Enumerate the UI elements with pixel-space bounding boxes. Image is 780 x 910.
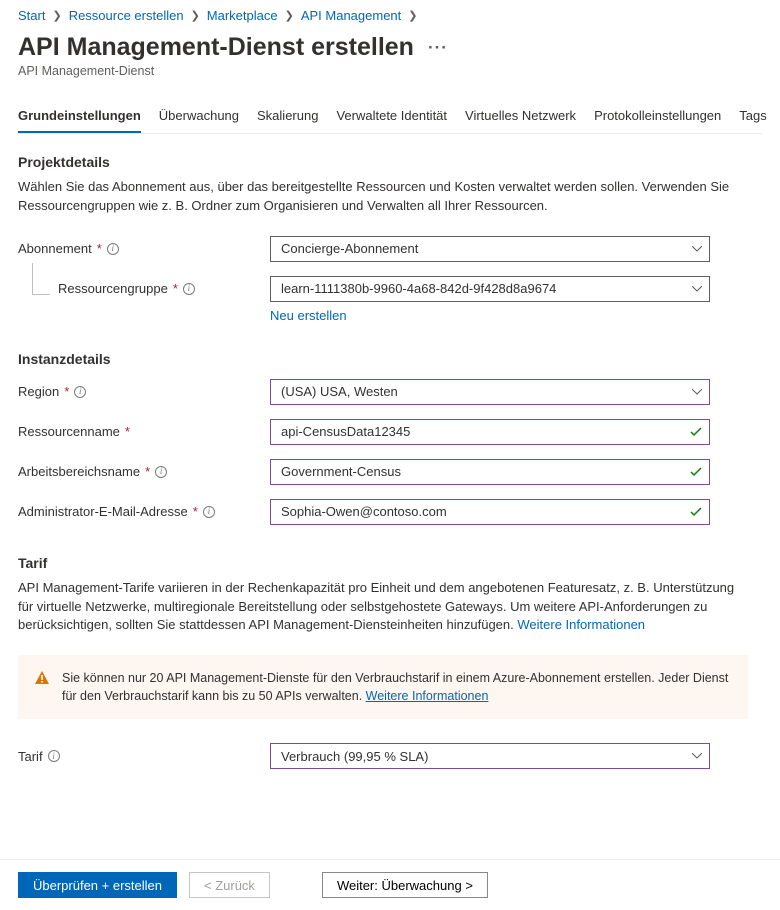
label-resourcename-text: Ressourcenname (18, 424, 120, 439)
required-icon: * (97, 241, 102, 256)
section-heading-project: Projektdetails (18, 154, 762, 170)
label-region-text: Region (18, 384, 59, 399)
input-adminemail[interactable] (270, 499, 710, 525)
row-orgname: Arbeitsbereichsname * i (18, 459, 762, 485)
info-icon[interactable]: i (203, 506, 215, 518)
row-adminemail: Administrator-E-Mail-Adresse * i (18, 499, 762, 525)
label-region: Region * i (18, 384, 270, 399)
select-region-value: (USA) USA, Westen (270, 379, 710, 405)
pricing-warning-text: Sie können nur 20 API Management-Dienste… (62, 669, 732, 705)
page-title: API Management-Dienst erstellen ··· (18, 33, 762, 62)
row-region: Region * i (USA) USA, Westen (18, 379, 762, 405)
select-resourcegroup-value: learn-1111380b-9960-4a68-842d-9f428d8a96… (270, 276, 710, 302)
tab-protokolleinstellungen[interactable]: Protokolleinstellungen (594, 108, 721, 133)
section-heading-pricing: Tarif (18, 555, 762, 571)
required-icon: * (125, 424, 130, 439)
label-resourcegroup: Ressourcengruppe * i (18, 281, 270, 296)
create-new-rg-link-row: Neu erstellen (270, 308, 762, 323)
footer-actions: Überprüfen + erstellen < Zurück Weiter: … (0, 859, 780, 910)
tabs: Grundeinstellungen Überwachung Skalierun… (18, 108, 762, 134)
tree-connector-icon (32, 263, 50, 295)
row-subscription: Abonnement * i Concierge-Abonnement (18, 236, 762, 262)
select-pricingtier-value: Verbrauch (99,95 % SLA) (270, 743, 710, 769)
select-region[interactable]: (USA) USA, Westen (270, 379, 710, 405)
breadcrumb-item[interactable]: API Management (301, 8, 401, 23)
row-pricingtier: Tarif i Verbrauch (99,95 % SLA) (18, 743, 762, 769)
page-subtitle: API Management-Dienst (18, 64, 762, 78)
chevron-right-icon: ❯ (408, 9, 417, 22)
pricing-warning-link[interactable]: Weitere Informationen (366, 689, 489, 703)
create-new-rg-link[interactable]: Neu erstellen (270, 308, 347, 323)
page-title-text: API Management-Dienst erstellen (18, 33, 414, 62)
tab-tags[interactable]: Tags (739, 108, 766, 133)
next-button[interactable]: Weiter: Überwachung > (322, 872, 488, 898)
label-subscription: Abonnement * i (18, 241, 270, 256)
tab-virtuelles-netzwerk[interactable]: Virtuelles Netzwerk (465, 108, 576, 133)
chevron-right-icon: ❯ (52, 9, 61, 22)
label-subscription-text: Abonnement (18, 241, 92, 256)
input-orgname-wrap (270, 459, 710, 485)
label-adminemail: Administrator-E-Mail-Adresse * i (18, 504, 270, 519)
select-resourcegroup[interactable]: learn-1111380b-9960-4a68-842d-9f428d8a96… (270, 276, 710, 302)
section-desc-pricing: API Management-Tarife variieren in der R… (18, 579, 748, 636)
breadcrumb-item[interactable]: Marketplace (207, 8, 278, 23)
more-actions-icon[interactable]: ··· (428, 38, 448, 58)
info-icon[interactable]: i (48, 750, 60, 762)
row-resourcename: Ressourcenname * (18, 419, 762, 445)
label-pricingtier: Tarif i (18, 749, 270, 764)
warning-icon (34, 670, 50, 686)
select-pricingtier[interactable]: Verbrauch (99,95 % SLA) (270, 743, 710, 769)
input-resourcename-wrap (270, 419, 710, 445)
review-create-button[interactable]: Überprüfen + erstellen (18, 872, 177, 898)
info-icon[interactable]: i (74, 386, 86, 398)
breadcrumb-item[interactable]: Start (18, 8, 45, 23)
tab-verwaltete-identitaet[interactable]: Verwaltete Identität (336, 108, 447, 133)
required-icon: * (193, 504, 198, 519)
label-resourcegroup-text: Ressourcengruppe (58, 281, 168, 296)
chevron-right-icon: ❯ (285, 9, 294, 22)
label-orgname: Arbeitsbereichsname * i (18, 464, 270, 479)
row-resourcegroup: Ressourcengruppe * i learn-1111380b-9960… (18, 276, 762, 302)
tab-grundeinstellungen[interactable]: Grundeinstellungen (18, 108, 141, 133)
info-icon[interactable]: i (183, 283, 195, 295)
back-button: < Zurück (189, 872, 270, 898)
pricing-more-info-link[interactable]: Weitere Informationen (517, 617, 645, 632)
input-resourcename[interactable] (270, 419, 710, 445)
input-adminemail-wrap (270, 499, 710, 525)
section-heading-instance: Instanzdetails (18, 351, 762, 367)
label-adminemail-text: Administrator-E-Mail-Adresse (18, 504, 188, 519)
tab-skalierung[interactable]: Skalierung (257, 108, 318, 133)
info-icon[interactable]: i (107, 243, 119, 255)
input-orgname[interactable] (270, 459, 710, 485)
label-orgname-text: Arbeitsbereichsname (18, 464, 140, 479)
label-pricingtier-text: Tarif (18, 749, 43, 764)
breadcrumb: Start ❯ Ressource erstellen ❯ Marketplac… (18, 8, 762, 23)
section-desc-project: Wählen Sie das Abonnement aus, über das … (18, 178, 748, 216)
pricing-warning-box: Sie können nur 20 API Management-Dienste… (18, 655, 748, 719)
required-icon: * (64, 384, 69, 399)
info-icon[interactable]: i (155, 466, 167, 478)
breadcrumb-item[interactable]: Ressource erstellen (69, 8, 184, 23)
select-subscription[interactable]: Concierge-Abonnement (270, 236, 710, 262)
tab-ueberwachung[interactable]: Überwachung (159, 108, 239, 133)
label-resourcename: Ressourcenname * (18, 424, 270, 439)
chevron-right-icon: ❯ (191, 9, 200, 22)
required-icon: * (173, 281, 178, 296)
required-icon: * (145, 464, 150, 479)
select-subscription-value: Concierge-Abonnement (270, 236, 710, 262)
